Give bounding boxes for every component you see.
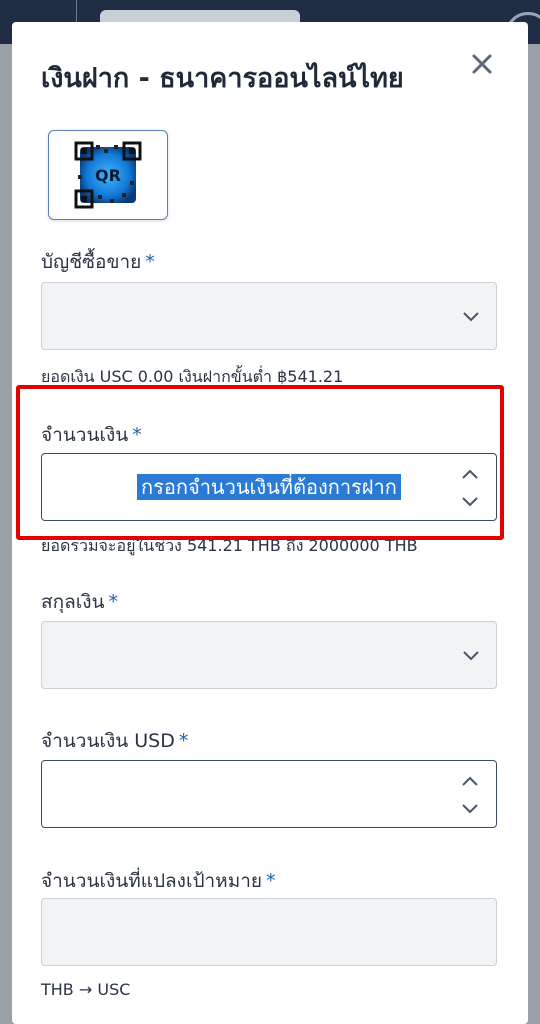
svg-text:QR: QR [95,166,121,185]
currency-label: สกุลเงิน * [41,591,119,613]
trading-account-label: บัญชีซื้อขาย * [41,251,155,273]
currency-select[interactable] [41,621,497,689]
annotation-highlight-box [16,385,504,540]
amount-usd-input[interactable] [41,760,497,828]
qr-code-icon: QR [74,141,142,209]
close-icon [472,54,492,74]
trading-account-select[interactable] [41,282,497,350]
qr-payment-method[interactable]: QR [48,130,168,220]
converted-amount-label: จำนวนเงินที่แปลงเป้าหมาย * [41,870,276,892]
close-button[interactable] [470,50,498,78]
required-marker: * [178,730,189,752]
number-stepper-icon[interactable] [460,773,480,817]
required-marker: * [108,591,119,613]
modal-title: เงินฝาก - ธนาคารออนไลน์ไทย [41,63,404,94]
required-marker: * [266,870,276,892]
conversion-direction: THB → USC [41,980,131,999]
chevron-down-icon [463,651,479,661]
required-marker: * [145,251,155,273]
chevron-down-icon [463,312,479,322]
converted-amount-input [41,898,497,966]
amount-usd-label: จำนวนเงิน USD * [41,730,189,752]
